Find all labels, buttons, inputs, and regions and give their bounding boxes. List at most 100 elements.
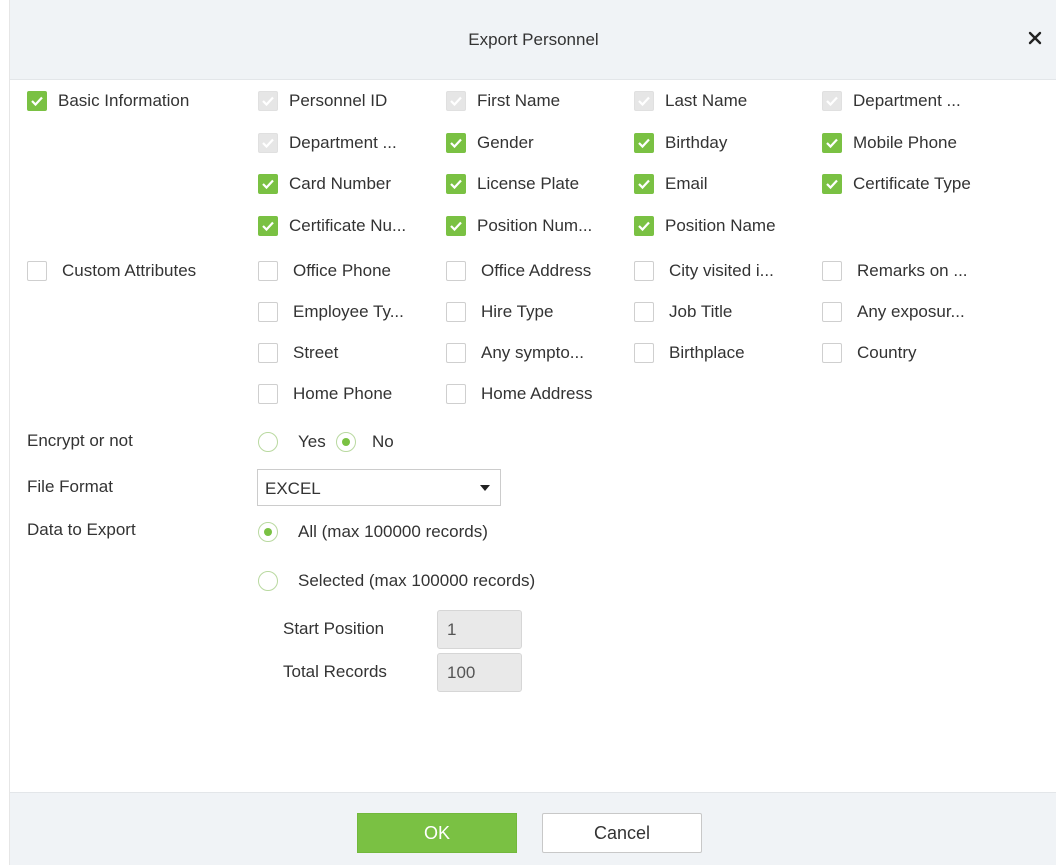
- field-certificate-number[interactable]: Certificate Nu...: [258, 216, 406, 236]
- field-country[interactable]: Country: [822, 343, 917, 363]
- field-label: Birthplace: [669, 343, 745, 362]
- field-position-name[interactable]: Position Name: [634, 216, 776, 236]
- field-first-name[interactable]: First Name: [446, 91, 560, 111]
- field-label: Home Address: [481, 384, 593, 403]
- dialog-footer: [10, 792, 1056, 865]
- field-label: Card Number: [289, 174, 392, 193]
- checkbox-icon: [634, 261, 654, 281]
- encrypt-yes-radio[interactable]: Yes: [258, 432, 326, 452]
- field-employee-type[interactable]: Employee Ty...: [258, 302, 404, 322]
- field-email[interactable]: Email: [634, 174, 708, 194]
- close-icon[interactable]: [1023, 26, 1047, 50]
- field-label: Department ...: [853, 91, 961, 110]
- field-hire-type[interactable]: Hire Type: [446, 302, 553, 322]
- field-label: Employee Ty...: [293, 302, 404, 321]
- field-mobile-phone[interactable]: Mobile Phone: [822, 133, 957, 153]
- field-label: Position Num...: [477, 216, 593, 235]
- field-label: Hire Type: [481, 302, 554, 321]
- checkbox-icon: [258, 343, 278, 363]
- field-label: Birthday: [665, 133, 728, 152]
- field-city-visited[interactable]: City visited i...: [634, 261, 774, 281]
- field-job-title[interactable]: Job Title: [634, 302, 732, 322]
- field-label: Last Name: [665, 91, 748, 110]
- export-selected-radio[interactable]: Selected (max 100000 records): [258, 571, 535, 591]
- field-department-2[interactable]: Department ...: [258, 133, 397, 153]
- checkbox-icon: [446, 384, 466, 404]
- field-label: First Name: [477, 91, 561, 110]
- radio-icon: [258, 571, 278, 591]
- checkbox-icon: [446, 216, 466, 236]
- checkbox-icon: [822, 174, 842, 194]
- export-all-radio[interactable]: All (max 100000 records): [258, 522, 488, 542]
- radio-label: Selected (max 100000 records): [298, 571, 536, 590]
- field-label: Email: [665, 174, 708, 193]
- checkbox-icon: [258, 216, 278, 236]
- checkbox-icon: [822, 133, 842, 153]
- field-label: Remarks on ...: [857, 261, 968, 280]
- field-office-phone[interactable]: Office Phone: [258, 261, 391, 281]
- start-position-label: Start Position: [283, 619, 385, 638]
- file-format-label: File Format: [27, 477, 113, 496]
- field-remarks-on[interactable]: Remarks on ...: [822, 261, 968, 281]
- file-format-value: EXCEL: [265, 479, 321, 498]
- field-label: Office Address: [481, 261, 592, 280]
- checkbox-icon: [634, 343, 654, 363]
- field-office-address[interactable]: Office Address: [446, 261, 591, 281]
- field-label: Any exposur...: [857, 302, 965, 321]
- field-label: Any sympto...: [481, 343, 584, 362]
- checkbox-icon: [446, 302, 466, 322]
- field-label: Mobile Phone: [853, 133, 957, 152]
- field-label: Office Phone: [293, 261, 391, 280]
- total-records-label: Total Records: [283, 662, 387, 681]
- checkbox-icon: [446, 91, 466, 111]
- field-home-phone[interactable]: Home Phone: [258, 384, 392, 404]
- checkbox-icon: [27, 261, 47, 281]
- field-street[interactable]: Street: [258, 343, 338, 363]
- checkbox-icon: [634, 216, 654, 236]
- field-department-1[interactable]: Department ...: [822, 91, 961, 111]
- radio-label: Yes: [298, 432, 326, 451]
- checkbox-icon: [258, 133, 278, 153]
- field-last-name[interactable]: Last Name: [634, 91, 747, 111]
- field-license-plate[interactable]: License Plate: [446, 174, 579, 194]
- start-position-input[interactable]: [437, 610, 522, 649]
- field-label: Job Title: [669, 302, 733, 321]
- checkbox-icon: [446, 343, 466, 363]
- checkbox-icon: [634, 174, 654, 194]
- checkbox-icon: [822, 343, 842, 363]
- checkbox-icon: [258, 174, 278, 194]
- radio-label: All (max 100000 records): [298, 522, 488, 541]
- file-format-select[interactable]: EXCEL: [257, 469, 501, 506]
- radio-icon: [258, 522, 278, 542]
- field-label: License Plate: [477, 174, 580, 193]
- basic-information-checkbox[interactable]: Basic Information: [27, 91, 189, 111]
- field-any-symptoms[interactable]: Any sympto...: [446, 343, 584, 363]
- field-position-number[interactable]: Position Num...: [446, 216, 592, 236]
- field-personnel-id[interactable]: Personnel ID: [258, 91, 387, 111]
- field-birthday[interactable]: Birthday: [634, 133, 727, 153]
- checkbox-icon: [634, 133, 654, 153]
- field-label: Home Phone: [293, 384, 393, 403]
- custom-attributes-checkbox[interactable]: Custom Attributes: [27, 261, 196, 281]
- field-birthplace[interactable]: Birthplace: [634, 343, 745, 363]
- total-records-input[interactable]: [437, 653, 522, 692]
- field-certificate-type[interactable]: Certificate Type: [822, 174, 971, 194]
- checkbox-icon: [258, 261, 278, 281]
- custom-attributes-label: Custom Attributes: [62, 261, 197, 280]
- field-label: Gender: [477, 133, 534, 152]
- checkbox-icon: [822, 261, 842, 281]
- field-gender[interactable]: Gender: [446, 133, 534, 153]
- checkbox-icon: [634, 302, 654, 322]
- checkbox-icon: [634, 91, 654, 111]
- field-home-address[interactable]: Home Address: [446, 384, 593, 404]
- field-label: City visited i...: [669, 261, 774, 280]
- field-any-exposure[interactable]: Any exposur...: [822, 302, 965, 322]
- checkbox-icon: [258, 384, 278, 404]
- encrypt-no-radio[interactable]: No: [336, 432, 394, 452]
- ok-button[interactable]: OK: [357, 813, 517, 853]
- cancel-button[interactable]: Cancel: [542, 813, 702, 853]
- field-card-number[interactable]: Card Number: [258, 174, 391, 194]
- checkbox-icon: [822, 302, 842, 322]
- dialog-title: Export Personnel: [468, 30, 599, 49]
- field-label: Personnel ID: [289, 91, 388, 110]
